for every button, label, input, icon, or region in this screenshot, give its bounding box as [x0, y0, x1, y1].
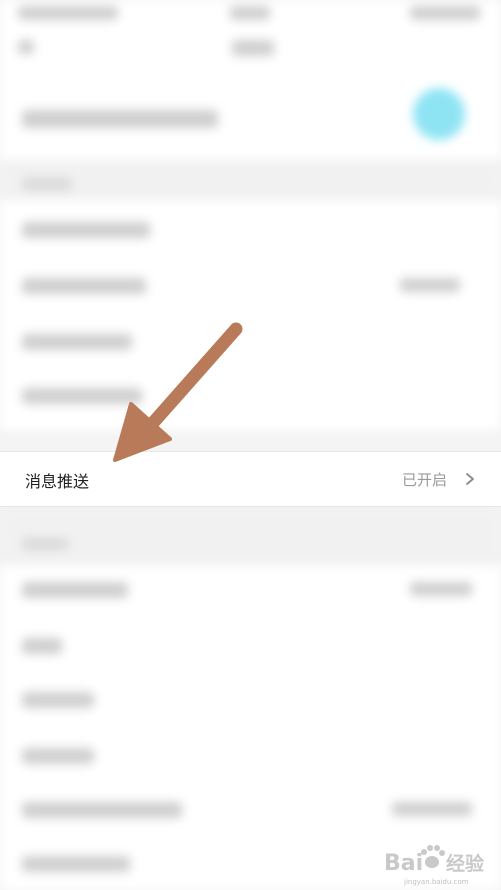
watermark-brand-tail: 经验: [446, 852, 485, 875]
watermark-brand: Bai: [384, 851, 423, 876]
baidu-jingyan-watermark: Bai 经验 jingyan.baidu.com: [384, 845, 485, 886]
watermark-domain: jingyan.baidu.com: [403, 878, 469, 886]
pointer-arrow-icon: [113, 322, 243, 462]
paw-icon: [421, 845, 445, 868]
